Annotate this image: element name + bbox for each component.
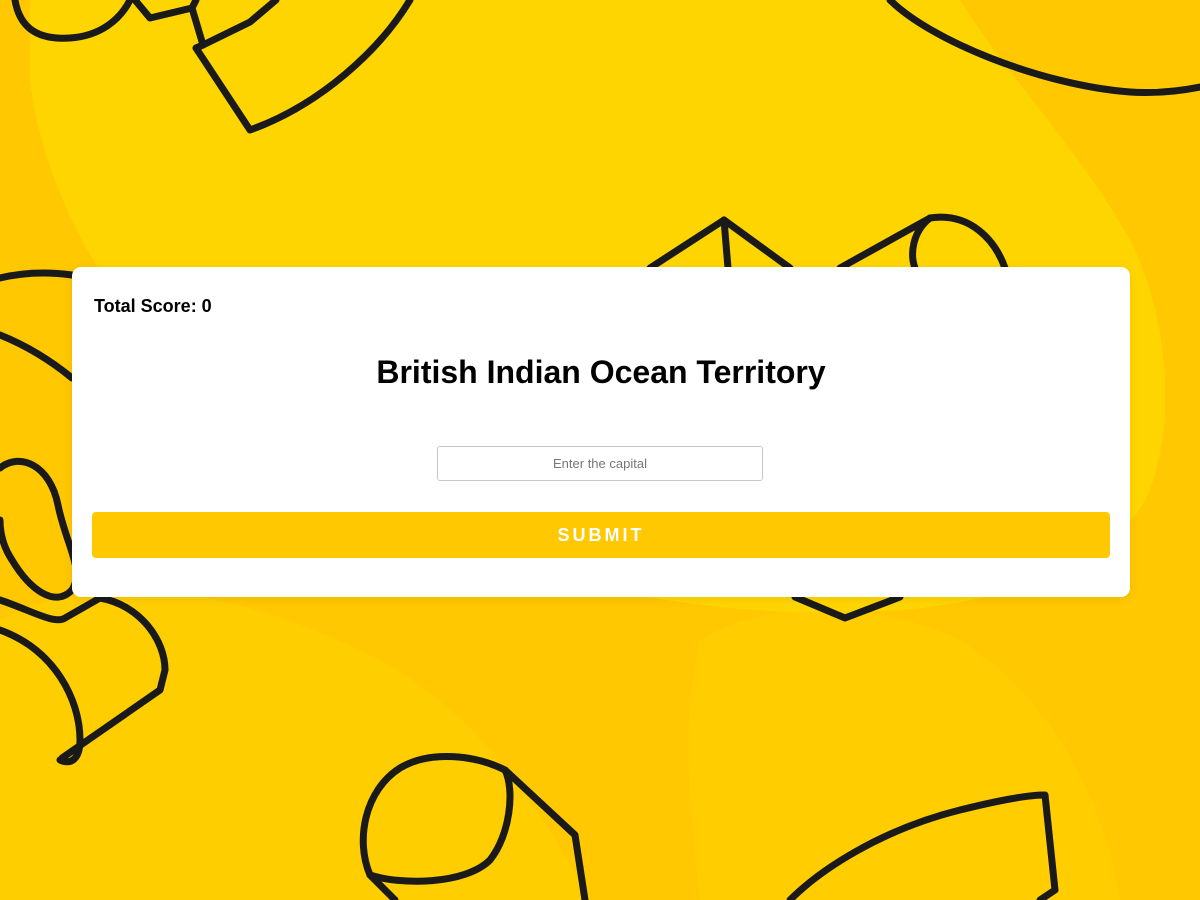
background-blob-bottom [0, 590, 590, 900]
shape-left-loop [0, 457, 80, 601]
quiz-card: Total Score: 0 British Indian Ocean Terr… [72, 267, 1130, 597]
shape-left-arc-1 [0, 269, 76, 282]
total-score: Total Score: 0 [94, 296, 212, 316]
country-name: British Indian Ocean Territory [376, 354, 826, 390]
submit-button[interactable]: SUBMIT [92, 512, 1110, 558]
capital-input[interactable] [437, 446, 763, 481]
shape-left-arc-2 [0, 331, 76, 382]
shape-mid-prism-edge [720, 216, 732, 272]
background-blob-right [688, 610, 1120, 900]
